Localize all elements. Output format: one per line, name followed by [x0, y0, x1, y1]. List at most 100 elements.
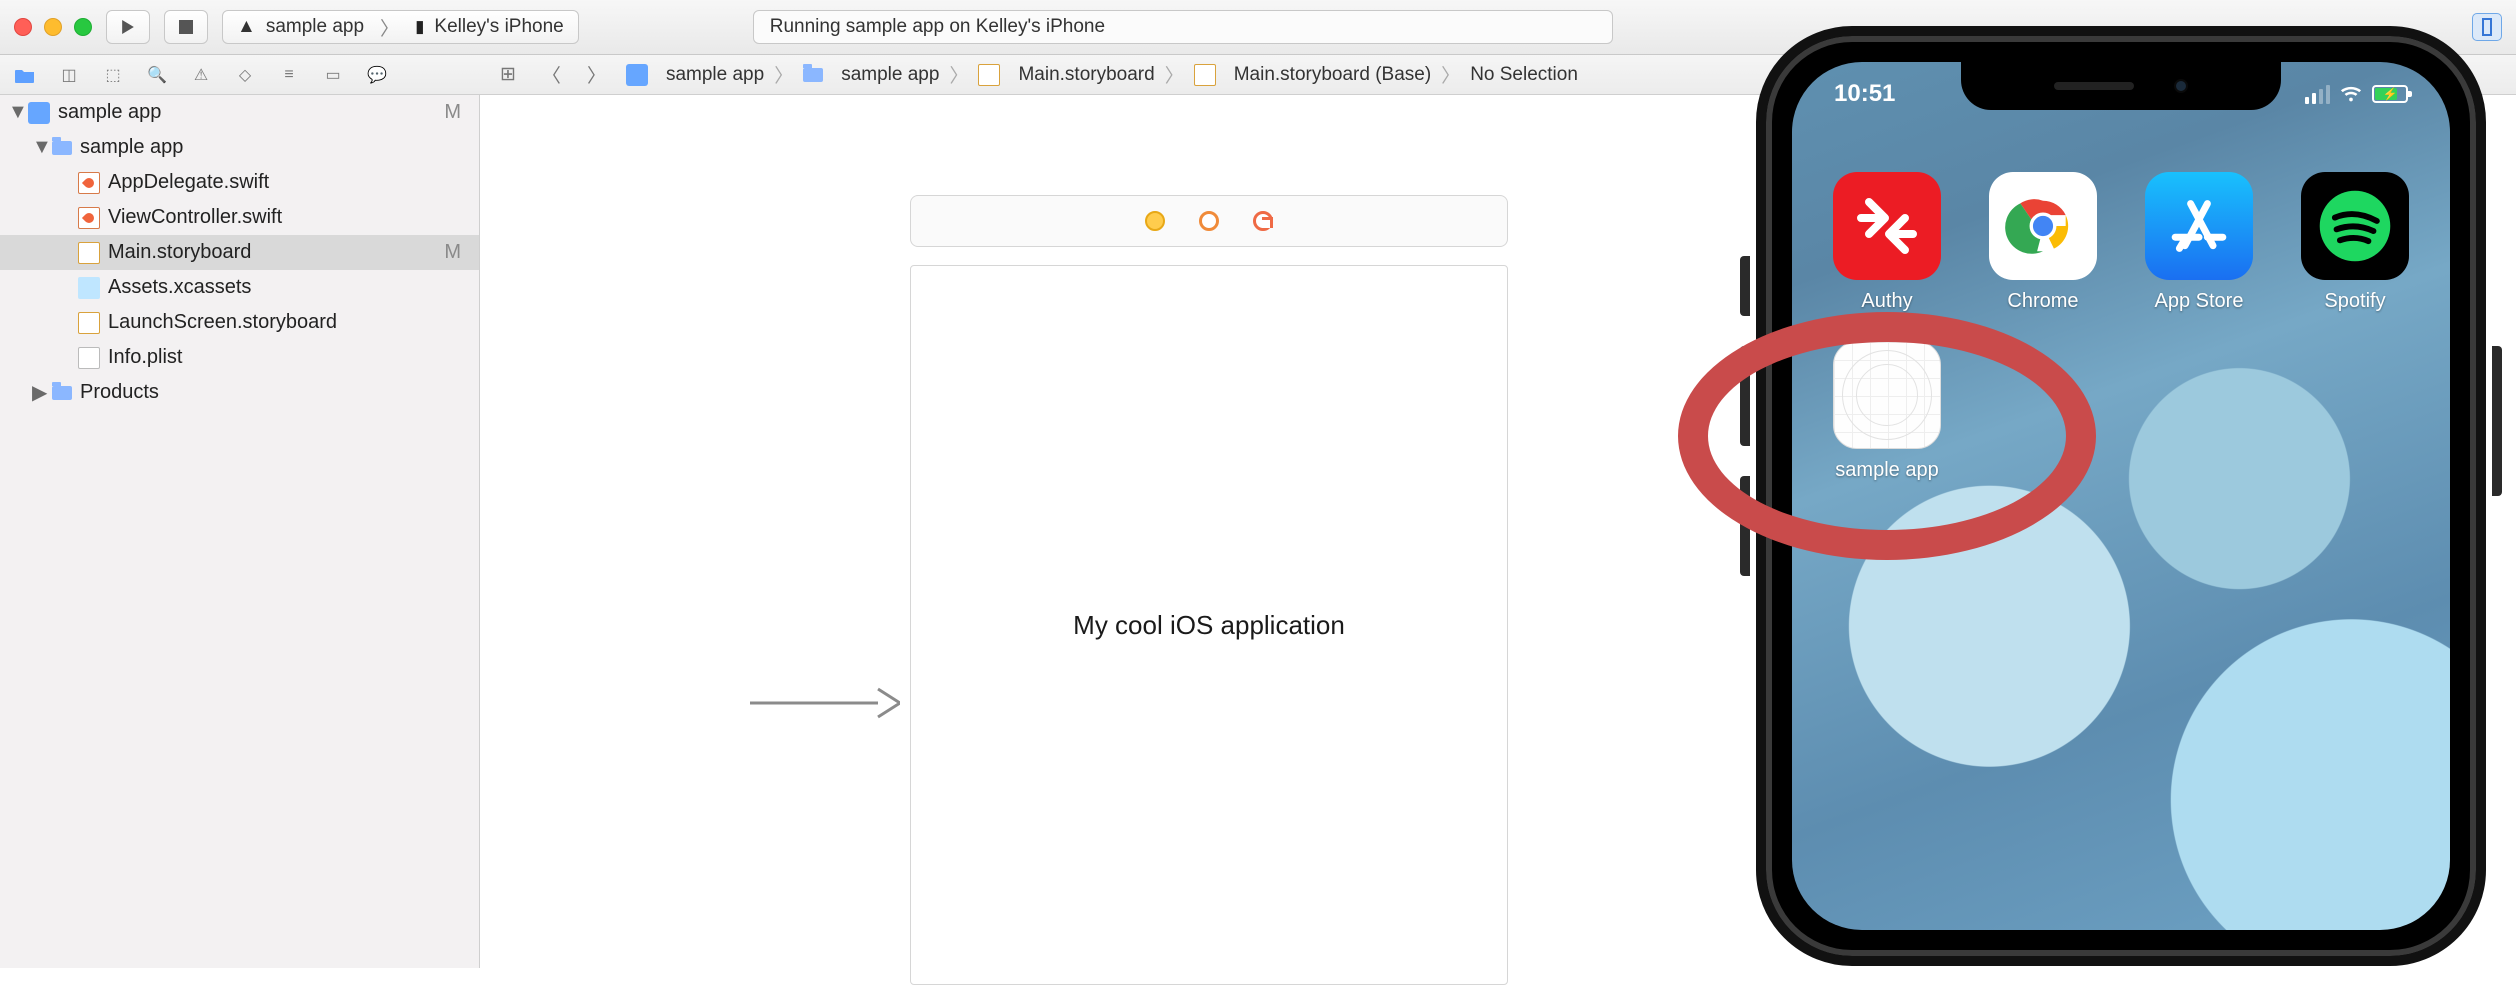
scheme-device: Kelley's iPhone [434, 16, 563, 38]
crumb-2[interactable]: Main.storyboard [1018, 64, 1154, 86]
crumb-3[interactable]: Main.storyboard (Base) [1234, 64, 1431, 86]
tree-project-root[interactable]: ▼ sample app M [0, 95, 479, 130]
side-button-icon [2492, 346, 2502, 496]
crumb-0[interactable]: sample app [666, 64, 764, 86]
tree-file[interactable]: LaunchScreen.storyboard [0, 305, 479, 340]
source-control-navigator-icon[interactable]: ◫ [58, 64, 80, 86]
volume-up-icon [1740, 346, 1750, 446]
authy-icon [1833, 172, 1941, 280]
zoom-window-icon[interactable] [74, 18, 92, 36]
status-text: Running sample app on Kelley's iPhone [770, 16, 1105, 38]
spotify-icon [2301, 172, 2409, 280]
scm-status-badge: M [444, 241, 461, 264]
storyboard-file-icon [78, 312, 100, 334]
app-sample[interactable]: sample app [1824, 341, 1950, 482]
project-icon [28, 102, 50, 124]
app-label: sample app [1835, 459, 1938, 482]
breadcrumb[interactable]: sample app 〉 sample app 〉 Main.storyboar… [626, 61, 1578, 88]
file-name: Products [80, 381, 159, 404]
app-label: Chrome [2007, 290, 2078, 313]
back-button[interactable]: 〈 [536, 61, 567, 88]
mute-switch-icon [1740, 256, 1750, 316]
view-controller-scene[interactable]: My cool iOS application [910, 195, 1508, 985]
tree-file[interactable]: Info.plist [0, 340, 479, 375]
app-chrome[interactable]: Chrome [1980, 172, 2106, 313]
disclosure-triangle-icon[interactable]: ▼ [32, 136, 46, 159]
file-name: Main.storyboard [108, 241, 251, 264]
app-icon: ▲ [237, 16, 256, 38]
scheme-target: sample app [266, 16, 364, 38]
stop-button[interactable] [164, 10, 208, 44]
file-name: sample app [80, 136, 183, 159]
chrome-icon [1989, 172, 2097, 280]
folder-icon [52, 386, 72, 400]
first-responder-icon[interactable] [1199, 211, 1219, 231]
app-label: App Store [2155, 290, 2244, 313]
phone-frame: 10:51 ⚡ Authy Chrom [1756, 26, 2486, 966]
phone-screen: 10:51 ⚡ Authy Chrom [1792, 62, 2450, 930]
tree-file[interactable]: ViewController.swift [0, 200, 479, 235]
tree-file-selected[interactable]: Main.storyboard M [0, 235, 479, 270]
clock: 10:51 [1834, 80, 1895, 108]
scheme-divider: 〉 [380, 14, 399, 41]
tree-group[interactable]: ▼ sample app [0, 130, 479, 165]
window-controls [14, 18, 92, 36]
breakpoint-navigator-icon[interactable]: ▭ [322, 64, 344, 86]
scheme-selector[interactable]: ▲ sample app 〉 ▮ Kelley's iPhone [222, 10, 579, 44]
scene-dock[interactable] [910, 195, 1508, 247]
app-label: Spotify [2324, 290, 2385, 313]
tree-file[interactable]: AppDelegate.swift [0, 165, 479, 200]
home-screen-grid: Authy Chrome App Store [1792, 172, 2450, 482]
assets-icon [78, 277, 100, 299]
view-controller-view[interactable]: My cool iOS application [910, 265, 1508, 985]
disclosure-triangle-icon[interactable]: ▶ [32, 380, 46, 405]
file-name: ViewController.swift [108, 206, 282, 229]
test-navigator-icon[interactable]: ◇ [234, 64, 256, 86]
file-name: Assets.xcassets [108, 276, 251, 299]
app-spotify[interactable]: Spotify [2292, 172, 2418, 313]
file-name: sample app [58, 101, 161, 124]
minimize-window-icon[interactable] [44, 18, 62, 36]
related-items-icon[interactable]: ⊞ [494, 63, 522, 86]
activity-status: Running sample app on Kelley's iPhone [753, 10, 1613, 44]
storyboard-file-icon [78, 242, 100, 264]
scm-status-badge: M [444, 101, 461, 124]
app-label: Authy [1861, 290, 1912, 313]
storyboard-icon [1194, 64, 1216, 86]
swift-file-icon [78, 207, 100, 229]
file-name: AppDelegate.swift [108, 171, 269, 194]
project-navigator: ▼ sample app M ▼ sample app AppDelegate.… [0, 95, 480, 968]
debug-navigator-icon[interactable]: ≡ [278, 64, 300, 86]
tree-file[interactable]: Assets.xcassets [0, 270, 479, 305]
cellular-signal-icon [2305, 85, 2330, 104]
wifi-icon [2340, 83, 2362, 105]
run-button[interactable] [106, 10, 150, 44]
ios-status-bar: 10:51 ⚡ [1792, 76, 2450, 112]
appstore-icon [2145, 172, 2253, 280]
ui-label[interactable]: My cool iOS application [1073, 610, 1345, 641]
find-navigator-icon[interactable]: 🔍 [146, 64, 168, 86]
close-window-icon[interactable] [14, 18, 32, 36]
exit-icon[interactable] [1253, 211, 1273, 231]
folder-icon [52, 141, 72, 155]
report-navigator-icon[interactable]: 💬 [366, 64, 388, 86]
forward-button[interactable]: 〉 [581, 61, 612, 88]
tree-products[interactable]: ▶ Products [0, 375, 479, 410]
file-name: Info.plist [108, 346, 182, 369]
battery-charging-icon: ⚡ [2372, 85, 2408, 103]
crumb-1[interactable]: sample app [841, 64, 939, 86]
app-appstore[interactable]: App Store [2136, 172, 2262, 313]
plist-file-icon [78, 347, 100, 369]
volume-down-icon [1740, 476, 1750, 576]
project-navigator-icon[interactable] [14, 64, 36, 86]
view-controller-icon[interactable] [1145, 211, 1165, 231]
issue-navigator-icon[interactable]: ⚠ [190, 64, 212, 86]
swift-file-icon [78, 172, 100, 194]
app-authy[interactable]: Authy [1824, 172, 1950, 313]
sample-app-icon [1833, 341, 1941, 449]
symbol-navigator-icon[interactable]: ⬚ [102, 64, 124, 86]
storyboard-icon [978, 64, 1000, 86]
crumb-4[interactable]: No Selection [1470, 64, 1578, 86]
file-name: LaunchScreen.storyboard [108, 311, 337, 334]
disclosure-triangle-icon[interactable]: ▼ [8, 101, 22, 124]
